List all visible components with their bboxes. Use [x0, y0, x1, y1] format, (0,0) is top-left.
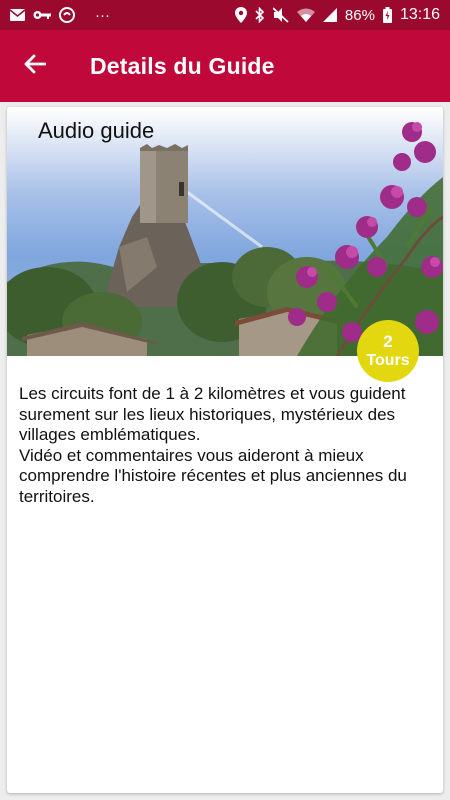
description-paragraph-1: Les circuits font de 1 à 2 kilomètres et…: [19, 384, 406, 444]
key-icon: [33, 9, 51, 21]
wifi-icon: [296, 8, 315, 22]
app-bar: Details du Guide: [0, 30, 450, 102]
landscape-illustration: [7, 122, 443, 356]
description-paragraph-2: Vidéo et commentaires vous aideront à mi…: [19, 445, 407, 506]
battery-icon: [382, 7, 392, 23]
chat-icon: [59, 7, 75, 23]
mute-icon: [272, 7, 289, 23]
battery-percent: 86%: [344, 6, 375, 24]
status-left: ···: [10, 7, 110, 24]
guide-hero-image: Audio guide: [7, 107, 443, 356]
status-time: 13:16: [399, 6, 440, 23]
guide-title: Audio guide: [38, 118, 155, 143]
tours-label: Tours: [366, 352, 410, 369]
tours-count: 2: [383, 332, 393, 351]
back-button[interactable]: [0, 30, 70, 102]
status-bar: ··· 86% 13:16: [0, 0, 450, 30]
guide-card[interactable]: Audio guide 2 Tours Les circuits font de…: [7, 107, 443, 793]
arrow-left-icon: [24, 54, 47, 79]
more-indicator: ···: [95, 6, 110, 24]
guide-description: Les circuits font de 1 à 2 kilomètres et…: [19, 384, 437, 507]
status-right: 86% 13:16: [234, 6, 440, 24]
bluetooth-icon: [255, 7, 265, 23]
signal-icon: [322, 8, 337, 22]
mail-icon: [10, 9, 25, 21]
location-icon: [234, 7, 247, 23]
page-title: Details du Guide: [90, 52, 275, 79]
tours-count-badge: 2 Tours: [357, 320, 419, 382]
